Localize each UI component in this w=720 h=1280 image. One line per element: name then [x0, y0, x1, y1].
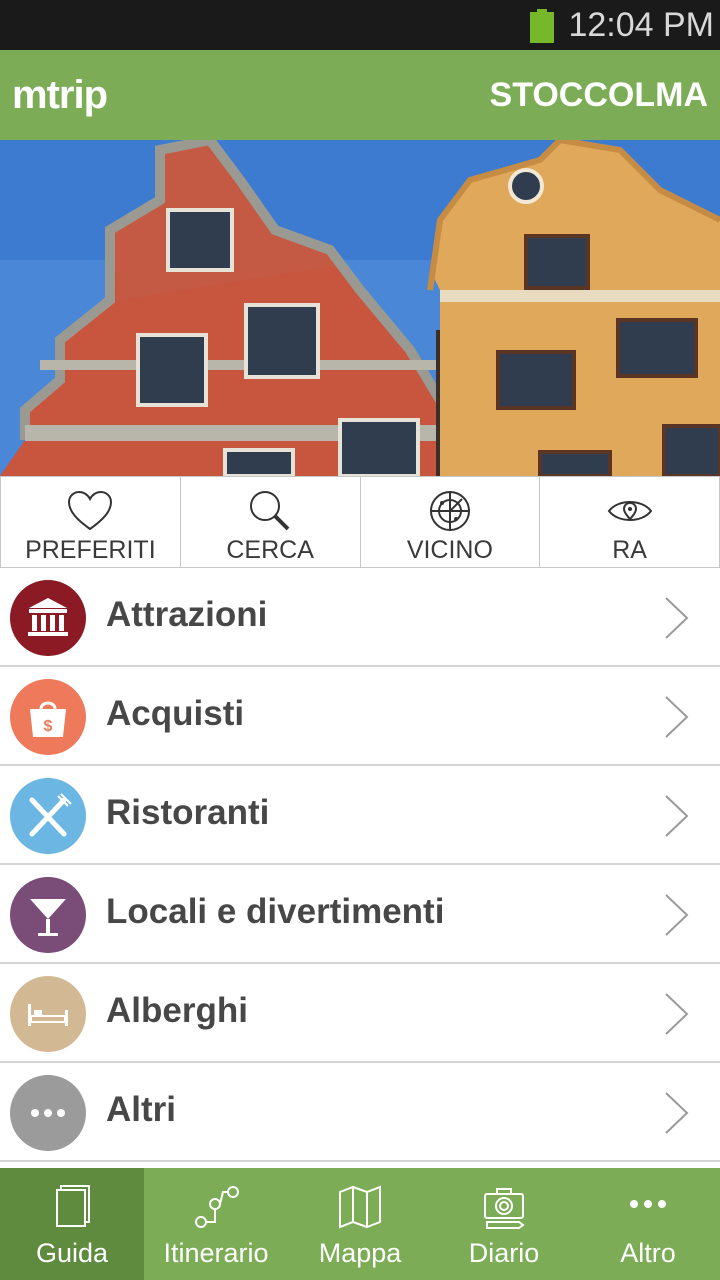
bed-icon — [10, 976, 86, 1052]
menu-item-label: Locali e divertimenti — [106, 892, 445, 931]
quick-actions-bar: PREFERITI CERCA VICINO RA — [0, 476, 720, 568]
menu-item-label: Acquisti — [106, 694, 245, 733]
cocktail-icon — [10, 877, 86, 953]
preferiti-button[interactable]: PREFERITI — [0, 477, 180, 567]
heart-icon — [68, 490, 113, 531]
tab-label: Diario — [468, 1238, 540, 1268]
ra-button[interactable]: RA — [539, 477, 720, 567]
tab-altro[interactable]: Altro — [576, 1168, 720, 1280]
chevron-right-icon — [665, 597, 689, 639]
menu-item-alberghi[interactable]: Alberghi — [0, 964, 720, 1063]
city-title: STOCCOLMA — [489, 76, 708, 114]
menu-item-label: Ristoranti — [106, 793, 270, 832]
chevron-right-icon — [665, 894, 689, 936]
app-logo: mtrip — [12, 73, 108, 117]
chevron-right-icon — [665, 795, 689, 837]
search-icon — [250, 491, 290, 531]
svg-text:$: $ — [44, 718, 53, 735]
museum-icon — [10, 580, 86, 656]
tab-diario[interactable]: Diario — [432, 1168, 576, 1280]
tab-guida[interactable]: Guida — [0, 1168, 144, 1280]
ra-label: RA — [612, 536, 647, 564]
menu-item-label: Altri — [106, 1090, 176, 1129]
chevron-right-icon — [665, 696, 689, 738]
menu-item-ristoranti[interactable]: Ristoranti — [0, 766, 720, 865]
eye-icon — [607, 501, 652, 521]
route-icon — [195, 1186, 239, 1228]
tab-mappa[interactable]: Mappa — [288, 1168, 432, 1280]
app-header: mtrip STOCCOLMA — [0, 50, 720, 140]
map-icon — [339, 1185, 381, 1229]
menu-item-altri[interactable]: Altri — [0, 1063, 720, 1162]
battery-icon — [530, 9, 554, 43]
preferiti-label: PREFERITI — [25, 536, 156, 564]
fork-knife-icon — [10, 778, 86, 854]
cerca-button[interactable]: CERCA — [179, 477, 360, 567]
status-bar: 12:04 PM — [0, 0, 720, 50]
chevron-right-icon — [665, 1092, 689, 1134]
menu-item-label: Attrazioni — [106, 595, 268, 634]
vicino-button[interactable]: VICINO — [359, 477, 540, 567]
book-icon — [56, 1185, 90, 1227]
menu-item-attrazioni[interactable]: Attrazioni — [0, 568, 720, 667]
tab-label: Guida — [35, 1238, 109, 1268]
more-icon — [10, 1075, 86, 1151]
chevron-right-icon — [665, 993, 689, 1035]
menu-item-acquisti[interactable]: $ Acquisti — [0, 667, 720, 766]
more-icon — [630, 1200, 666, 1208]
tab-label: Itinerario — [163, 1238, 269, 1268]
cerca-label: CERCA — [226, 536, 314, 564]
menu-item-label: Alberghi — [106, 991, 248, 1030]
radar-icon — [429, 491, 470, 531]
hero-image — [0, 140, 720, 476]
menu-item-locali[interactable]: Locali e divertimenti — [0, 865, 720, 964]
bottom-tab-bar: Guida Itinerario Mappa Diario Altro — [0, 1168, 720, 1280]
category-list: Attrazioni $ Acquisti Ristoranti Locali … — [0, 568, 720, 1162]
tab-itinerario[interactable]: Itinerario — [144, 1168, 288, 1280]
vicino-label: VICINO — [406, 536, 493, 564]
shopping-bag-icon: $ — [10, 679, 86, 755]
status-time: 12:04 PM — [568, 6, 714, 44]
tab-label: Mappa — [318, 1238, 402, 1268]
tab-label: Altro — [620, 1238, 676, 1268]
camera-icon — [484, 1188, 525, 1229]
